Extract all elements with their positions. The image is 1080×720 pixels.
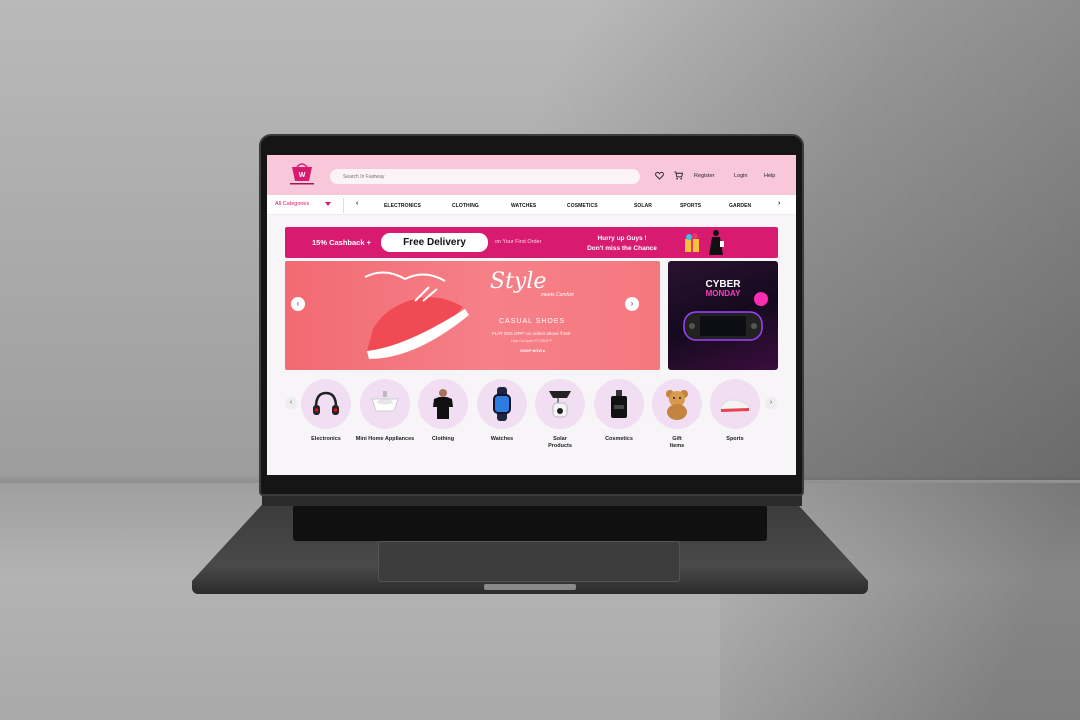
category-sports[interactable] <box>710 379 760 429</box>
hurry-line-1: Hurry up Guys ! <box>597 235 647 242</box>
nav-divider <box>343 198 344 213</box>
game-console-image <box>683 311 763 341</box>
sneaker-image <box>364 271 469 359</box>
register-link[interactable]: Register <box>694 173 714 179</box>
category-cosmetics[interactable] <box>594 379 644 429</box>
shop-now-link[interactable]: SHOP NOW ▸ <box>520 348 545 353</box>
nav-item-garden[interactable]: GARDEN <box>729 203 751 209</box>
site-header: W Register Login Help <box>267 155 796 195</box>
search-input[interactable] <box>330 169 640 184</box>
category-label-watches: Watches <box>490 436 514 442</box>
heart-icon[interactable] <box>655 171 664 180</box>
nav-item-sports[interactable]: SPORTS <box>680 203 701 209</box>
nav-item-clothing[interactable]: CLOTHING <box>452 203 479 209</box>
category-clothing[interactable] <box>418 379 468 429</box>
laptop-keyboard <box>293 505 767 541</box>
fastway-logo[interactable]: W <box>287 161 317 187</box>
laptop-trackpad <box>378 541 680 582</box>
hero-offer-text: FLAT 25% OFF* on orders above ₹150 <box>492 331 571 336</box>
category-label-electronics: Electronics <box>311 436 341 442</box>
tshirt-icon <box>433 389 453 419</box>
sneaker-icon <box>720 399 750 412</box>
perfume-icon <box>611 390 627 418</box>
hurry-line-2: Don't miss the Chance <box>587 245 657 252</box>
chevron-right-icon[interactable]: › <box>778 200 780 207</box>
category-label-mini-home-appliances: Mini Home Appliances <box>355 436 415 442</box>
cyber-monday-banner[interactable]: CYBER MONDAY <box>668 261 778 370</box>
category-label-sports: Sports <box>726 436 744 442</box>
solar-light-icon <box>549 391 571 418</box>
teddy-bear-icon <box>666 390 688 420</box>
login-link[interactable]: Login <box>734 173 747 179</box>
headphones-icon <box>313 391 339 415</box>
sale-badge-icon <box>754 292 768 306</box>
svg-text:W: W <box>299 172 306 179</box>
smartwatch-icon <box>493 387 511 421</box>
category-mini-home-appliances[interactable] <box>360 379 410 429</box>
nav-item-cosmetics[interactable]: COSMETICS <box>567 203 598 209</box>
first-order-text: on Your First Order <box>495 239 542 245</box>
laptop-screen: W Register Login Help All Categories ‹ E… <box>267 155 796 475</box>
shopper-figure-icon <box>709 230 724 255</box>
category-electronics[interactable] <box>301 379 351 429</box>
hero-style-text: Style <box>490 269 547 294</box>
help-link[interactable]: Help <box>764 173 775 179</box>
category-gift-items[interactable] <box>652 379 702 429</box>
category-solar-products[interactable] <box>535 379 585 429</box>
carousel-next-icon[interactable]: › <box>625 297 639 311</box>
sink-icon <box>371 391 399 412</box>
cart-icon[interactable] <box>674 171 683 180</box>
category-watches[interactable] <box>477 379 527 429</box>
hurry-message: Hurry up Guys ! Don't miss the Chance <box>572 234 672 254</box>
gift-box-icon <box>685 233 699 252</box>
laptop-front-notch <box>484 584 576 590</box>
nav-item-electronics[interactable]: ELECTRONICS <box>384 203 421 209</box>
caret-down-icon[interactable] <box>325 202 331 206</box>
promo-banner[interactable]: 15% Cashback + Free Delivery on Your Fir… <box>285 227 778 258</box>
cashback-text: 15% Cashback + <box>312 238 371 247</box>
all-categories-dropdown[interactable]: All Categories <box>275 201 309 207</box>
chevron-left-icon[interactable]: ‹ <box>356 200 358 207</box>
hero-meets-text: meets Comfort <box>541 292 574 298</box>
category-nav: All Categories ‹ ELECTRONICS CLOTHING WA… <box>267 195 796 215</box>
hero-carousel[interactable]: Style meets Comfort CASUAL SHOES FLAT 25… <box>285 261 660 370</box>
hero-category-text: CASUAL SHOES <box>499 318 566 325</box>
category-label-cosmetics: Cosmetics <box>605 436 633 442</box>
categories-next-icon[interactable]: › <box>765 397 777 409</box>
hero-coupon-text: Use Coupon FC25OFF <box>511 338 553 343</box>
nav-item-watches[interactable]: WATCHES <box>511 203 536 209</box>
categories-prev-icon[interactable]: ‹ <box>285 397 297 409</box>
category-label-gift-items: Gift Items <box>669 436 685 449</box>
category-label-solar-products: Solar Products <box>548 436 572 449</box>
nav-item-solar[interactable]: SOLAR <box>634 203 652 209</box>
category-label-clothing: Clothing <box>431 436 455 442</box>
free-delivery-badge: Free Delivery <box>381 233 488 252</box>
carousel-prev-icon[interactable]: ‹ <box>291 297 305 311</box>
